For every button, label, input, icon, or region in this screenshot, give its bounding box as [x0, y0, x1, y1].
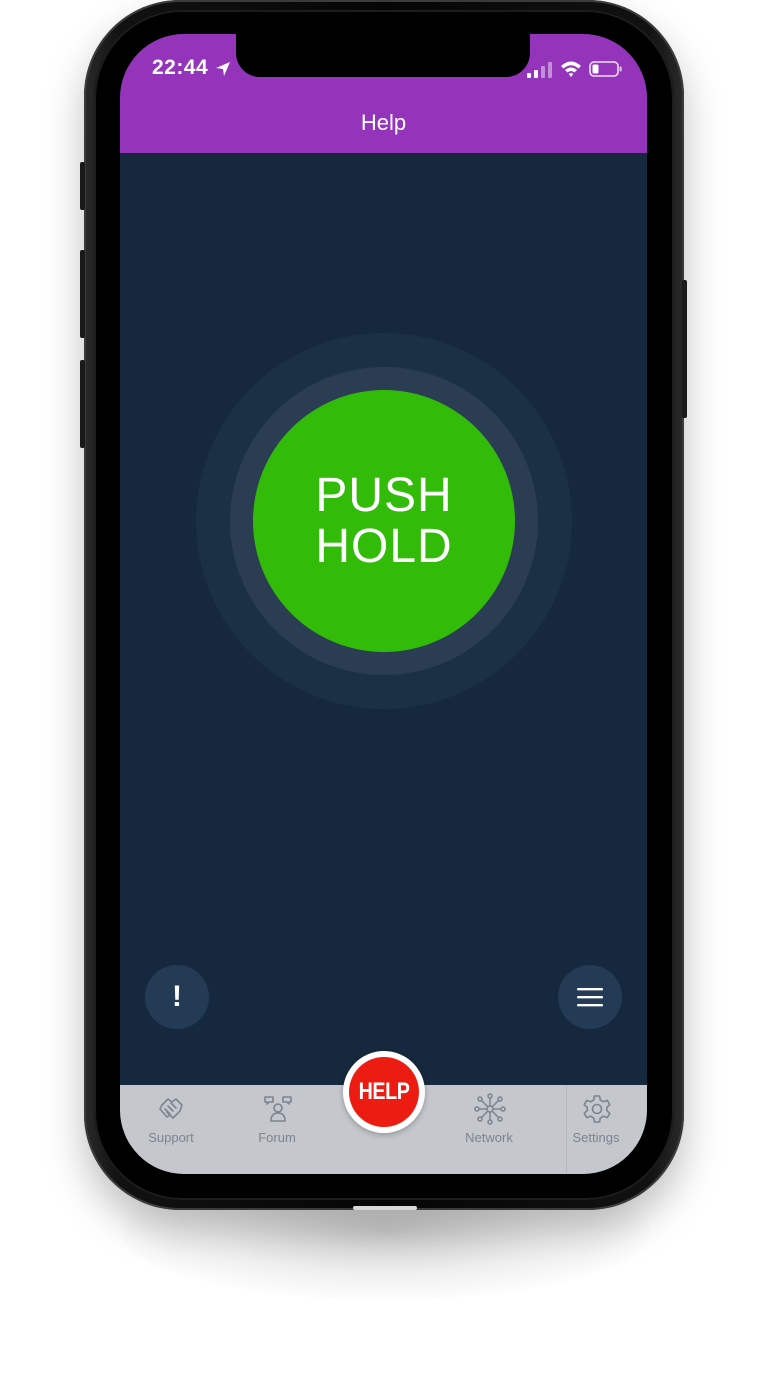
alert-button[interactable]: !	[145, 965, 209, 1029]
tab-settings-label: Settings	[572, 1130, 620, 1145]
network-icon	[474, 1093, 506, 1125]
page-title: Help	[360, 110, 407, 135]
help-button-label: HELP	[358, 1078, 410, 1105]
hamburger-menu-icon	[577, 988, 603, 1007]
tab-support[interactable]: Support	[126, 1085, 216, 1174]
menu-button[interactable]	[558, 965, 622, 1029]
tab-settings[interactable]: Settings	[551, 1085, 641, 1174]
tab-support-label: Support	[148, 1130, 194, 1145]
tab-network[interactable]: Network	[444, 1085, 534, 1174]
volume-down-button	[80, 360, 85, 448]
hold-label: HOLD	[315, 520, 453, 573]
help-button[interactable]: HELP	[343, 1051, 425, 1133]
push-hold-button[interactable]: PUSH HOLD	[253, 390, 515, 652]
app-header: 22:44 Help	[120, 34, 647, 153]
help-button-face: HELP	[349, 1057, 419, 1127]
handshake-icon	[159, 1098, 183, 1119]
device-notch	[236, 34, 530, 77]
signal-icon	[527, 62, 552, 78]
gear-icon	[583, 1095, 611, 1123]
home-indicator	[353, 1206, 417, 1210]
exclamation-icon: !	[172, 980, 182, 1013]
mute-switch	[80, 162, 85, 210]
forum-people-icon	[264, 1096, 292, 1122]
wifi-icon	[561, 61, 581, 77]
power-button	[682, 280, 687, 418]
status-time: 22:44	[152, 56, 209, 79]
app-screen: 22:44 Help PUSH HOLD ! Support Forum Net…	[120, 34, 647, 1174]
device-mockup: 22:44 Help PUSH HOLD ! Support Forum Net…	[0, 0, 766, 1376]
tab-forum-label: Forum	[258, 1130, 296, 1145]
tab-forum[interactable]: Forum	[232, 1085, 322, 1174]
volume-up-button	[80, 250, 85, 338]
location-arrow-icon	[216, 62, 230, 76]
battery-icon	[589, 61, 622, 77]
tab-network-label: Network	[465, 1130, 513, 1145]
push-label: PUSH	[315, 469, 453, 522]
